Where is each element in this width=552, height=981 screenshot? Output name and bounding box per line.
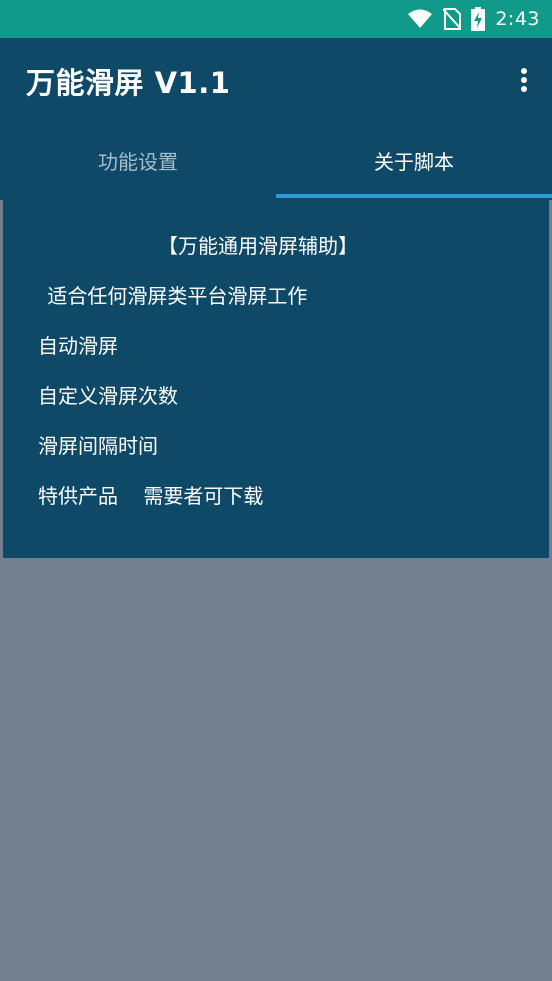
status-time: 2:43 <box>495 8 540 30</box>
about-card: 【万能通用滑屏辅助】 适合任何滑屏类平台滑屏工作 自动滑屏 自定义滑屏次数 滑屏… <box>3 200 549 558</box>
about-line: 滑屏间隔时间 <box>38 434 158 458</box>
tab-bar: 功能设置 关于脚本 <box>0 122 552 200</box>
status-bar: 2:43 <box>0 0 552 38</box>
app-title: 万能滑屏 V1.1 <box>26 66 231 100</box>
about-line: 自定义滑屏次数 <box>38 384 178 408</box>
app-bar: 万能滑屏 V1.1 <box>0 38 552 122</box>
wifi-icon <box>407 9 433 29</box>
no-sim-icon <box>443 8 462 30</box>
tab-label: 关于脚本 <box>374 149 454 174</box>
battery-charging-icon <box>471 7 486 31</box>
tab-function-settings[interactable]: 功能设置 <box>0 122 276 200</box>
about-heading: 【万能通用滑屏辅助】 <box>158 234 358 258</box>
about-line: 适合任何滑屏类平台滑屏工作 <box>41 284 308 308</box>
about-line: 特供产品 需要者可下载 <box>38 484 264 508</box>
menu-dot <box>521 86 527 92</box>
more-vert-icon[interactable] <box>514 64 534 96</box>
tab-about-script[interactable]: 关于脚本 <box>276 122 552 200</box>
menu-dot <box>521 68 527 74</box>
tab-label: 功能设置 <box>98 149 178 174</box>
about-line: 自动滑屏 <box>38 334 118 358</box>
tab-indicator <box>276 194 552 198</box>
menu-dot <box>521 77 527 83</box>
